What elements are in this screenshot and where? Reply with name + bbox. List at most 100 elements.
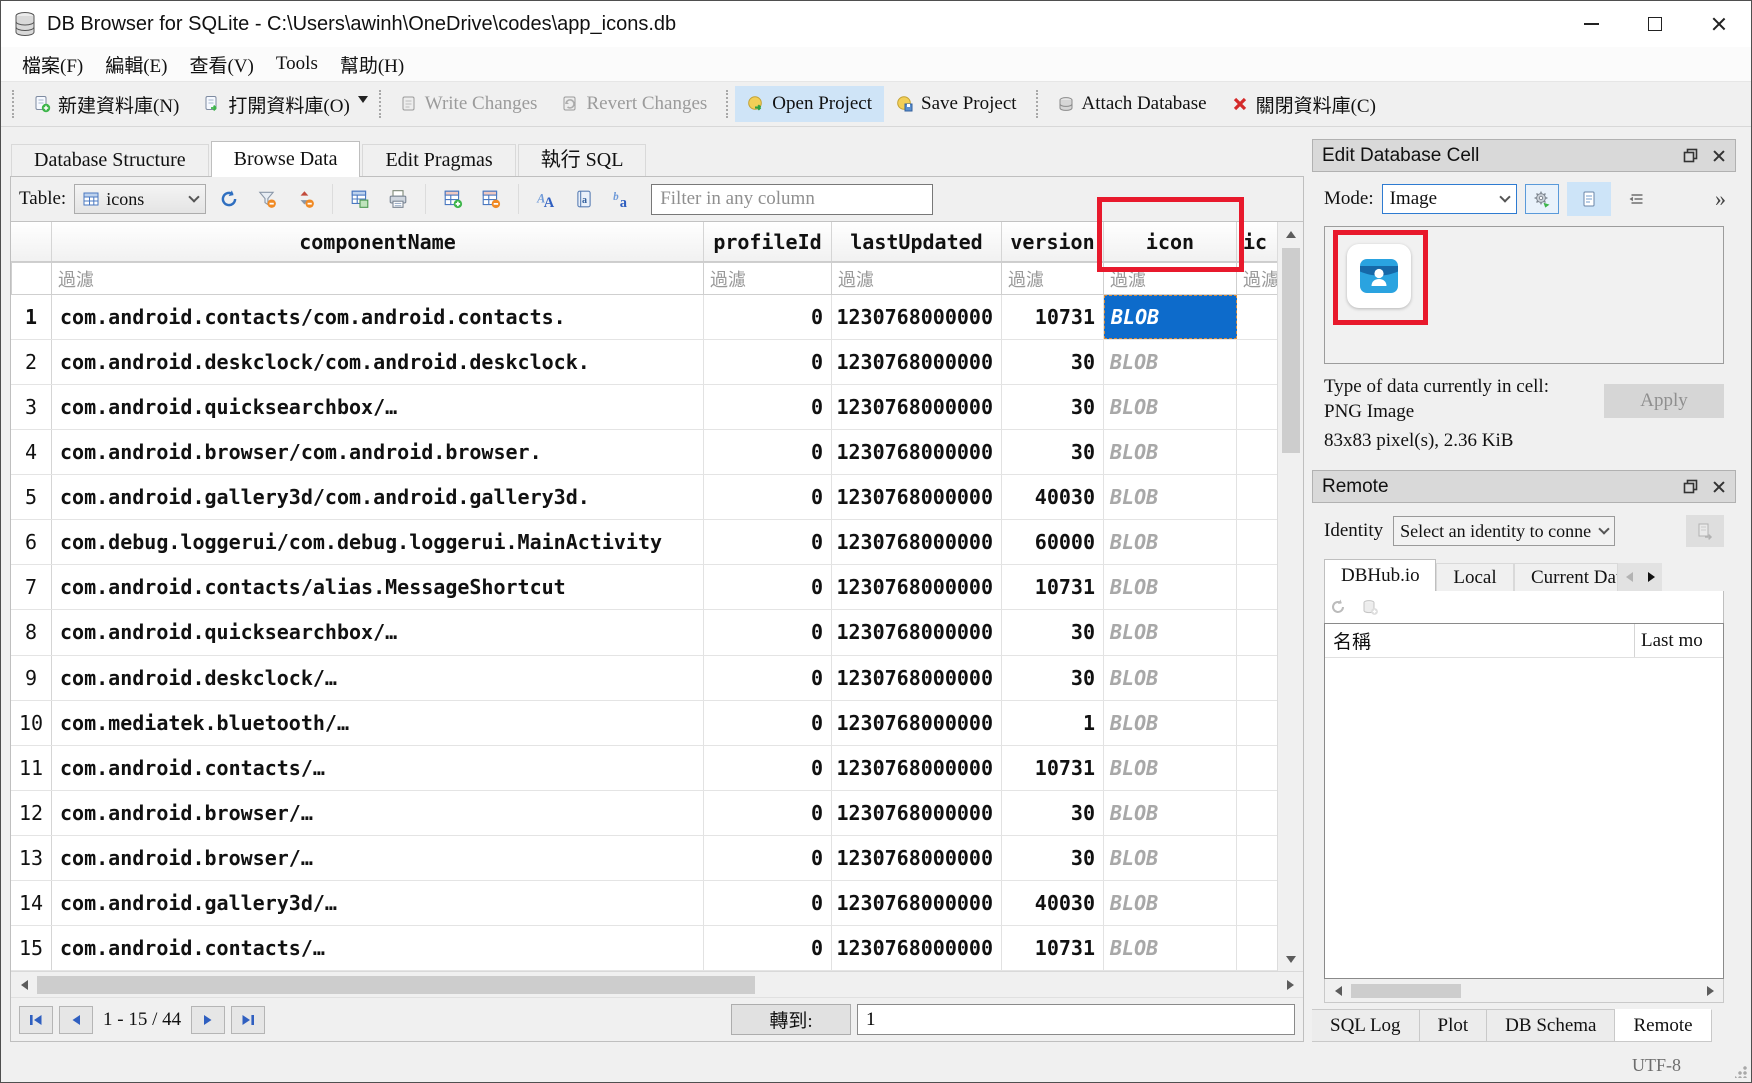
row-number[interactable]: 9	[11, 656, 52, 700]
remote-column-last-modified[interactable]: Last mo	[1635, 624, 1723, 657]
cell-lastUpdated[interactable]: 1230768000000	[832, 791, 1002, 835]
cell-componentName[interactable]: com.android.quicksearchbox/…	[52, 610, 704, 654]
remote-horizontal-scrollbar[interactable]	[1324, 979, 1724, 1003]
main-tab[interactable]: 執行 SQL	[518, 144, 647, 176]
remote-column-name[interactable]: 名稱	[1325, 624, 1635, 657]
cell-componentName[interactable]: com.android.contacts/com.android.contact…	[52, 295, 704, 339]
cell-version[interactable]: 60000	[1002, 520, 1104, 564]
cell-componentName[interactable]: com.android.gallery3d/com.android.galler…	[52, 475, 704, 519]
dock-tab[interactable]: SQL Log	[1312, 1009, 1420, 1042]
remote-tab-current-database[interactable]: Current Dat	[1514, 563, 1618, 591]
row-number[interactable]: 3	[11, 385, 52, 429]
import-data-button[interactable]	[1525, 184, 1559, 214]
delete-record-button[interactable]	[476, 184, 506, 214]
menu-item[interactable]: 檔案(F)	[11, 49, 94, 80]
cell-lastUpdated[interactable]: 1230768000000	[832, 565, 1002, 609]
case-button[interactable]: ba	[607, 184, 637, 214]
column-header-icon[interactable]: icon	[1104, 222, 1237, 261]
resize-grip-icon[interactable]	[1735, 1066, 1747, 1078]
save-records-button[interactable]	[345, 184, 375, 214]
scroll-up-button[interactable]	[1278, 222, 1304, 246]
cell-icon-blob[interactable]: BLOB	[1104, 836, 1237, 880]
filter-input-lastUpdated[interactable]: 過濾	[832, 262, 1002, 295]
cell-icon-blob[interactable]: BLOB	[1104, 340, 1237, 384]
column-header-componentName[interactable]: componentName	[52, 222, 704, 261]
main-tab[interactable]: Edit Pragmas	[362, 144, 515, 176]
maximize-button[interactable]	[1623, 1, 1687, 47]
cell-componentName[interactable]: com.debug.loggerui/com.debug.loggerui.Ma…	[52, 520, 704, 564]
clear-filters-button[interactable]	[252, 184, 282, 214]
cell-version[interactable]: 10731	[1002, 926, 1104, 970]
close-button[interactable]	[1687, 1, 1751, 47]
row-number[interactable]: 12	[11, 791, 52, 835]
cell-icon-blob[interactable]: BLOB	[1104, 565, 1237, 609]
remote-tab-dbhub[interactable]: DBHub.io	[1324, 559, 1436, 591]
remote-scrollbar-thumb[interactable]	[1351, 984, 1461, 998]
more-tools-chevron[interactable]: »	[1715, 186, 1724, 212]
remote-refresh-icon[interactable]	[1329, 598, 1347, 616]
cell-version[interactable]: 30	[1002, 656, 1104, 700]
text-mode-button[interactable]	[1567, 182, 1611, 216]
column-header-lastUpdated[interactable]: lastUpdated	[832, 222, 1002, 261]
cell-lastUpdated[interactable]: 1230768000000	[832, 926, 1002, 970]
remote-clone-database-icon[interactable]	[1361, 598, 1379, 616]
scroll-left-button[interactable]	[11, 973, 37, 997]
open-database-dropdown-arrow[interactable]	[358, 96, 368, 108]
scroll-right-button[interactable]	[1277, 973, 1303, 997]
cell-icon-blob[interactable]: BLOB	[1104, 701, 1237, 745]
first-record-button[interactable]	[19, 1006, 53, 1034]
cell-profileId[interactable]: 0	[704, 836, 832, 880]
horizontal-scrollbar-thumb[interactable]	[37, 976, 755, 994]
close-panel-icon[interactable]	[1712, 480, 1726, 494]
encoding-status[interactable]: UTF-8	[1632, 1055, 1681, 1076]
dock-tab[interactable]: Plot	[1420, 1009, 1488, 1042]
minimize-button[interactable]	[1559, 1, 1623, 47]
menu-item[interactable]: 幫助(H)	[329, 49, 415, 80]
vertical-scrollbar[interactable]	[1277, 222, 1303, 971]
cell-icon-blob[interactable]: BLOB	[1104, 475, 1237, 519]
cell-profileId[interactable]: 0	[704, 701, 832, 745]
filter-input-componentName[interactable]: 過濾	[52, 262, 704, 295]
apply-button[interactable]: Apply	[1604, 384, 1724, 418]
new-database-button[interactable]: 新建資料庫(N)	[21, 84, 191, 125]
scroll-down-button[interactable]	[1278, 947, 1304, 971]
attach-database-button[interactable]: Attach Database	[1045, 86, 1219, 122]
cell-icon-blob[interactable]: BLOB	[1104, 295, 1237, 339]
row-number[interactable]: 5	[11, 475, 52, 519]
cell-version[interactable]: 30	[1002, 791, 1104, 835]
cell-lastUpdated[interactable]: 1230768000000	[832, 881, 1002, 925]
cell-componentName[interactable]: com.android.quicksearchbox/…	[52, 385, 704, 429]
write-changes-button[interactable]: Write Changes	[388, 86, 550, 122]
row-number[interactable]: 15	[11, 926, 52, 970]
remote-list-body[interactable]	[1325, 658, 1723, 978]
cell-lastUpdated[interactable]: 1230768000000	[832, 385, 1002, 429]
column-header-version[interactable]: version	[1002, 222, 1104, 261]
cell-profileId[interactable]: 0	[704, 520, 832, 564]
row-number[interactable]: 14	[11, 881, 52, 925]
cell-lastUpdated[interactable]: 1230768000000	[832, 701, 1002, 745]
cell-componentName[interactable]: com.android.contacts/…	[52, 746, 704, 790]
cell-lastUpdated[interactable]: 1230768000000	[832, 295, 1002, 339]
open-database-button[interactable]: 打開資料庫(O)	[191, 84, 361, 125]
save-project-button[interactable]: Save Project	[884, 86, 1029, 122]
upload-database-button[interactable]	[1686, 515, 1724, 547]
menu-item[interactable]: 查看(V)	[179, 49, 265, 80]
mode-select[interactable]: Image	[1382, 184, 1517, 214]
main-tab[interactable]: Database Structure	[11, 144, 209, 176]
cell-icon-blob[interactable]: BLOB	[1104, 791, 1237, 835]
row-number[interactable]: 10	[11, 701, 52, 745]
word-wrap-button[interactable]: a	[569, 184, 599, 214]
cell-icon-blob[interactable]: BLOB	[1104, 881, 1237, 925]
close-panel-icon[interactable]	[1712, 149, 1726, 163]
remote-tab-local[interactable]: Local	[1436, 563, 1514, 591]
cell-profileId[interactable]: 0	[704, 610, 832, 654]
cell-componentName[interactable]: com.android.contacts/alias.MessageShortc…	[52, 565, 704, 609]
scroll-right-button[interactable]	[1697, 980, 1723, 1002]
cell-version[interactable]: 30	[1002, 836, 1104, 880]
cell-componentName[interactable]: com.android.deskclock/…	[52, 656, 704, 700]
cell-lastUpdated[interactable]: 1230768000000	[832, 836, 1002, 880]
filter-input-icon[interactable]: 過濾	[1104, 262, 1237, 295]
row-number[interactable]: 2	[11, 340, 52, 384]
identity-select[interactable]: Select an identity to conne	[1393, 516, 1615, 546]
menu-item[interactable]: 編輯(E)	[94, 49, 178, 80]
